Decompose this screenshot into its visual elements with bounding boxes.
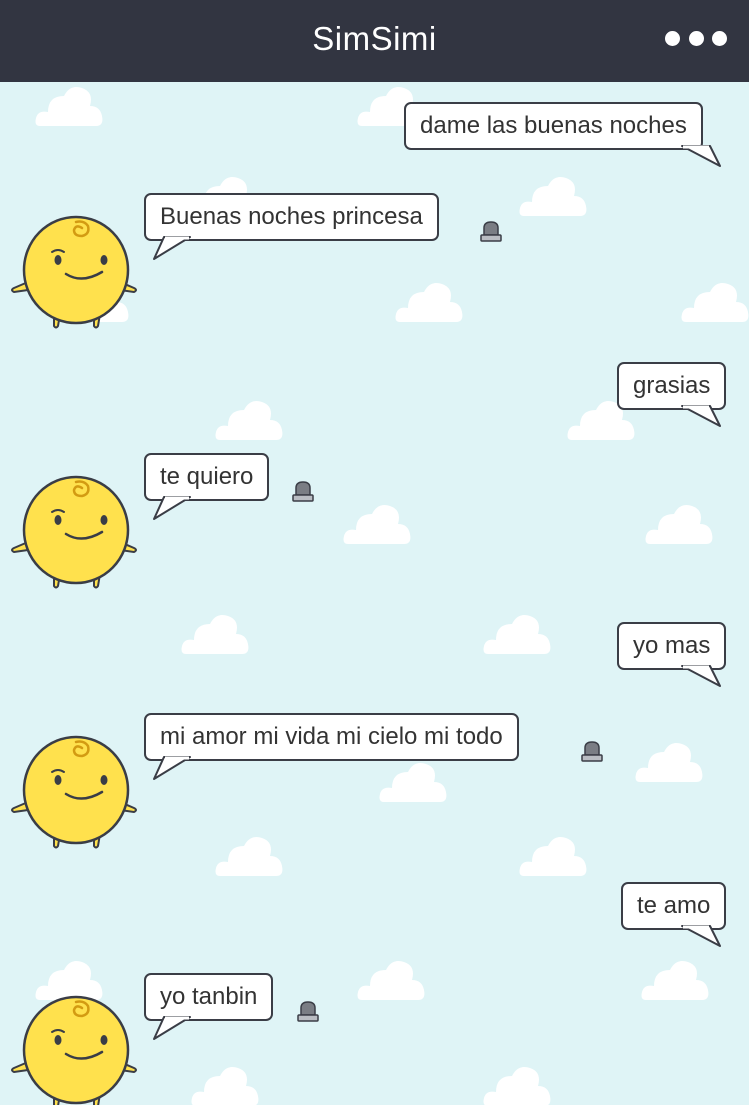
bubble-tail: [681, 665, 721, 687]
simsimi-message[interactable]: te quiero: [144, 453, 270, 501]
bubble-tail: [153, 496, 191, 520]
cloud-icon: [640, 956, 710, 1002]
app-title: SimSimi: [312, 20, 437, 57]
cloud-icon: [342, 500, 412, 546]
bubble-tail: [681, 405, 721, 427]
simsimi-avatar-icon: [8, 994, 140, 1105]
user-message[interactable]: grasias: [617, 362, 727, 410]
cloud-icon: [356, 956, 426, 1002]
cloud-icon: [482, 610, 552, 656]
cloud-icon: [378, 758, 448, 804]
simsimi-avatar-icon: [8, 214, 140, 330]
cloud-icon: [518, 172, 588, 218]
bubble-tail: [681, 925, 721, 947]
cloud-icon: [214, 396, 284, 442]
bubble-tail: [153, 756, 191, 780]
report-siren-icon[interactable]: [580, 740, 604, 762]
cloud-icon: [180, 610, 250, 656]
simsimi-message[interactable]: mi amor mi vida mi cielo mi todo: [144, 713, 519, 761]
cloud-icon: [680, 278, 749, 324]
user-message[interactable]: te amo: [621, 882, 727, 930]
report-siren-icon[interactable]: [291, 480, 315, 502]
simsimi-avatar-icon: [8, 474, 140, 590]
cloud-icon: [214, 832, 284, 878]
bubble-tail: [681, 145, 721, 167]
chat-area[interactable]: dame las buenas noches Buenas noches pri…: [0, 82, 749, 1105]
simsimi-message[interactable]: yo tanbin: [144, 973, 274, 1021]
user-message[interactable]: yo mas: [617, 622, 727, 670]
cloud-icon: [518, 832, 588, 878]
report-siren-icon[interactable]: [296, 1000, 320, 1022]
report-siren-icon[interactable]: [479, 220, 503, 242]
simsimi-avatar-icon: [8, 734, 140, 850]
bubble-tail: [153, 1016, 191, 1040]
cloud-icon: [482, 1062, 552, 1105]
bubble-tail: [153, 236, 191, 260]
cloud-icon: [190, 1062, 260, 1105]
more-dots-icon[interactable]: [665, 26, 727, 50]
app-header: SimSimi: [0, 0, 749, 82]
user-message[interactable]: dame las buenas noches: [404, 102, 703, 150]
cloud-icon: [644, 500, 714, 546]
simsimi-message[interactable]: Buenas noches princesa: [144, 193, 439, 241]
cloud-icon: [634, 738, 704, 784]
cloud-icon: [34, 82, 104, 128]
cloud-icon: [394, 278, 464, 324]
